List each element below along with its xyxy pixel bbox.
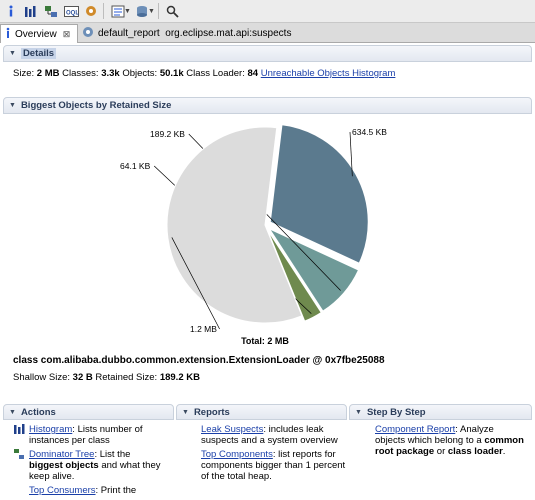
step-by-step-list: Component Report: Analyze objects which … bbox=[375, 424, 525, 460]
close-icon[interactable]: ⊠ bbox=[63, 29, 71, 40]
section-title: Step By Step bbox=[366, 406, 426, 418]
dominator-tree-icon bbox=[14, 449, 26, 482]
component-report-link[interactable]: Component Report bbox=[375, 424, 455, 435]
item-description: : Print the bbox=[95, 485, 137, 496]
collapse-triangle-icon[interactable]: ▼ bbox=[182, 409, 189, 416]
tab-default-report[interactable]: default_report org.eclipse.mat.api:suspe… bbox=[78, 24, 291, 42]
retained-size-label: Retained Size: bbox=[95, 372, 158, 383]
actions-section-header[interactable]: ▼ Actions bbox=[3, 404, 174, 420]
dominator-tree-link[interactable]: Dominator Tree bbox=[29, 449, 94, 460]
report-icon bbox=[82, 26, 94, 41]
collapse-triangle-icon[interactable]: ▼ bbox=[355, 409, 362, 416]
svg-text:OQL: OQL bbox=[66, 10, 79, 16]
info-icon bbox=[5, 27, 11, 41]
item-description: or bbox=[436, 446, 446, 457]
classes-label: Classes: bbox=[62, 68, 99, 79]
reports-list: Leak Suspects: includes leak suspects an… bbox=[201, 424, 347, 485]
pie-total-label: Total: 2 MB bbox=[241, 336, 289, 346]
size-value: 2 MB bbox=[36, 68, 60, 79]
tab-overview[interactable]: Overview ⊠ bbox=[0, 24, 78, 43]
toolbar-separator bbox=[157, 3, 159, 19]
item-description: : List the bbox=[94, 449, 131, 460]
selected-object-class: class com.alibaba.dubbo.common.extension… bbox=[13, 355, 385, 366]
details-section-header[interactable]: ▼ Details bbox=[3, 45, 532, 62]
editor-tabs: Overview ⊠ default_report org.eclipse.ma… bbox=[0, 23, 535, 43]
item-emphasis: class loader bbox=[447, 446, 503, 457]
toolbar-separator bbox=[103, 3, 104, 19]
leak-suspects-link[interactable]: Leak Suspects bbox=[201, 424, 263, 435]
objects-value: 50.1k bbox=[159, 68, 184, 79]
list-item: Top Components: list reports for compone… bbox=[201, 449, 347, 482]
details-summary: Size: 2 MB Classes: 3.3k Objects: 50.1k … bbox=[13, 68, 395, 79]
item-description: . bbox=[502, 446, 506, 457]
shallow-size-value: 32 B bbox=[72, 372, 93, 383]
top-components-link[interactable]: Top Components bbox=[201, 449, 273, 460]
gear-icon[interactable] bbox=[82, 2, 100, 20]
histogram-icon bbox=[14, 424, 26, 446]
list-item: Dominator Tree: List the biggest objects… bbox=[14, 449, 166, 482]
collapse-triangle-icon[interactable]: ▼ bbox=[9, 409, 16, 416]
pie-slice-label: 634.5 KB bbox=[352, 127, 387, 137]
actions-list: Histogram: Lists number of instances per… bbox=[14, 424, 166, 499]
search-icon[interactable] bbox=[164, 2, 182, 20]
biggest-objects-pie-chart[interactable]: 634.5 KB 189.2 KB 64.1 KB 1.2 MB Total: 2 MB bbox=[0, 112, 535, 352]
pie-slice-label: 1.2 MB bbox=[190, 324, 217, 334]
list-item: Leak Suspects: includes leak suspects an… bbox=[201, 424, 347, 446]
toolbar: OQL ▼ ▼ bbox=[0, 0, 535, 23]
list-item: Histogram: Lists number of instances per… bbox=[14, 424, 166, 446]
class-loader-value: 84 bbox=[247, 68, 259, 79]
list-item: Component Report: Analyze objects which … bbox=[375, 424, 525, 457]
pie-slice-label: 189.2 KB bbox=[150, 129, 185, 139]
histogram-link[interactable]: Histogram bbox=[29, 424, 72, 435]
size-label: Size: bbox=[13, 68, 35, 79]
objects-label: Objects: bbox=[122, 68, 158, 79]
selected-object-sizes: Shallow Size: 32 B Retained Size: 189.2 … bbox=[13, 372, 200, 383]
classes-value: 3.3k bbox=[101, 68, 120, 79]
retained-size-value: 189.2 KB bbox=[159, 372, 200, 383]
top-consumers-link[interactable]: Top Consumers bbox=[29, 485, 96, 496]
tab-label: default_report org.eclipse.mat.api:suspe… bbox=[98, 27, 292, 39]
section-title: Actions bbox=[20, 406, 56, 418]
info-icon[interactable] bbox=[2, 2, 20, 20]
step-by-step-section-header[interactable]: ▼ Step By Step bbox=[349, 404, 532, 420]
unreachable-objects-link[interactable]: Unreachable Objects Histogram bbox=[261, 68, 396, 79]
top-consumers-icon bbox=[14, 485, 26, 496]
pie-slice-label: 64.1 KB bbox=[120, 161, 151, 171]
class-loader-label: Class Loader: bbox=[186, 68, 245, 79]
chevron-down-icon[interactable]: ▼ bbox=[124, 8, 131, 15]
list-item: Top Consumers: Print the bbox=[14, 485, 166, 496]
section-title: Reports bbox=[193, 406, 230, 418]
item-emphasis: biggest objects bbox=[29, 460, 99, 471]
reports-section-header[interactable]: ▼ Reports bbox=[176, 404, 347, 420]
collapse-triangle-icon[interactable]: ▼ bbox=[9, 102, 16, 109]
oql-icon[interactable]: OQL bbox=[62, 2, 80, 20]
shallow-size-label: Shallow Size: bbox=[13, 372, 71, 383]
histogram-icon[interactable] bbox=[22, 2, 40, 20]
tab-label: Overview bbox=[15, 28, 57, 40]
section-title: Details bbox=[20, 48, 57, 59]
section-title: Biggest Objects by Retained Size bbox=[20, 100, 172, 111]
chevron-down-icon[interactable]: ▼ bbox=[148, 8, 155, 15]
collapse-triangle-icon[interactable]: ▼ bbox=[9, 50, 16, 57]
dominator-tree-icon[interactable] bbox=[42, 2, 60, 20]
